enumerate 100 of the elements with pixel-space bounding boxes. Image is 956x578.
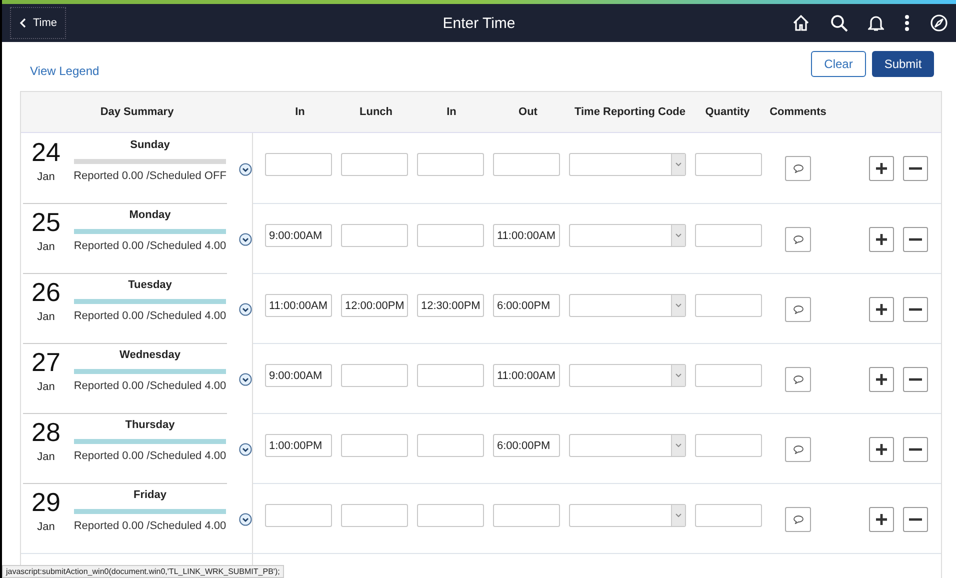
plus-icon <box>876 444 887 455</box>
add-row-button[interactable] <box>869 227 894 252</box>
time-field[interactable] <box>417 504 484 527</box>
column-header: Out <box>518 106 538 118</box>
home-icon[interactable] <box>792 14 810 32</box>
day-number: 27 <box>32 348 60 376</box>
day-number: 25 <box>32 208 60 236</box>
add-row-button[interactable] <box>869 297 894 322</box>
speech-bubble-icon <box>792 164 804 173</box>
time-field[interactable]: 9:00:00AM <box>265 364 332 387</box>
expand-icon[interactable] <box>239 163 252 176</box>
comment-button[interactable] <box>785 227 811 252</box>
menu-icon[interactable] <box>904 14 910 32</box>
time-field[interactable] <box>265 504 332 527</box>
plus-icon <box>876 514 887 525</box>
quantity-field[interactable] <box>695 504 762 527</box>
submit-button[interactable]: Submit <box>872 51 934 77</box>
add-row-button[interactable] <box>869 367 894 392</box>
time-field[interactable] <box>341 153 408 176</box>
compass-icon[interactable] <box>930 14 948 32</box>
time-field[interactable] <box>493 504 560 527</box>
weekday-label: Friday <box>133 489 166 501</box>
column-header: Day Summary <box>99 106 175 118</box>
time-field[interactable] <box>265 153 332 176</box>
expand-icon[interactable] <box>239 373 252 386</box>
time-field[interactable]: 12:30:00PM <box>417 294 484 317</box>
time-field[interactable]: 6:00:00PM <box>493 434 560 457</box>
view-legend-link[interactable]: View Legend <box>30 50 100 78</box>
comment-button[interactable] <box>785 507 811 532</box>
reported-summary: Reported 0.00 /Scheduled 4.00 <box>74 380 226 392</box>
column-header: In <box>294 106 306 118</box>
add-row-button[interactable] <box>869 507 894 532</box>
comment-button[interactable] <box>785 297 811 322</box>
time-field[interactable]: 1:00:00PM <box>265 434 332 457</box>
delete-row-button[interactable] <box>903 437 928 462</box>
quantity-field[interactable] <box>695 434 762 457</box>
time-field[interactable] <box>417 364 484 387</box>
time-field[interactable]: 11:00:00AM <box>493 364 560 387</box>
search-icon[interactable] <box>830 14 848 32</box>
weekday-label: Sunday <box>130 139 170 151</box>
quantity-field[interactable] <box>695 364 762 387</box>
month-label: Jan <box>37 311 55 323</box>
time-field[interactable] <box>417 153 484 176</box>
expand-icon[interactable] <box>239 233 252 246</box>
time-field[interactable]: 6:00:00PM <box>493 294 560 317</box>
clear-button[interactable]: Clear <box>811 51 866 77</box>
time-field[interactable] <box>341 364 408 387</box>
comment-button[interactable] <box>785 156 811 181</box>
column-header: In <box>446 106 458 118</box>
quantity-field[interactable] <box>695 153 762 176</box>
minus-icon <box>909 308 922 311</box>
time-field[interactable]: 11:00:00AM <box>265 294 332 317</box>
reported-summary: Reported 0.00 /Scheduled OFF <box>74 170 226 182</box>
day-number: 28 <box>32 418 60 446</box>
month-label: Jan <box>37 381 55 393</box>
quantity-field[interactable] <box>695 224 762 247</box>
expand-icon[interactable] <box>239 443 252 456</box>
time-field[interactable] <box>341 224 408 247</box>
quantity-field[interactable] <box>695 294 762 317</box>
chevron-down-icon <box>675 373 682 378</box>
time-field[interactable] <box>341 434 408 457</box>
minus-icon <box>909 448 922 451</box>
delete-row-button[interactable] <box>903 156 928 181</box>
comment-button[interactable] <box>785 437 811 462</box>
weekday-label: Wednesday <box>120 349 180 361</box>
time-field[interactable] <box>341 504 408 527</box>
page-title: Enter Time <box>442 14 516 32</box>
reported-summary: Reported 0.00 /Scheduled 4.00 <box>74 310 226 322</box>
time-field[interactable] <box>493 153 560 176</box>
minus-icon <box>909 518 922 521</box>
month-label: Jan <box>37 171 55 183</box>
day-number: 26 <box>32 278 60 306</box>
time-field[interactable]: 12:00:00PM <box>341 294 408 317</box>
minus-icon <box>909 238 922 241</box>
expand-icon[interactable] <box>239 303 252 316</box>
chevron-down-icon <box>675 233 682 238</box>
time-field[interactable] <box>417 434 484 457</box>
column-header: Lunch <box>358 106 394 118</box>
time-field[interactable] <box>417 224 484 247</box>
month-label: Jan <box>37 241 55 253</box>
chevron-left-icon <box>19 18 27 28</box>
add-row-button[interactable] <box>869 437 894 462</box>
chevron-down-icon <box>675 513 682 518</box>
add-row-button[interactable] <box>869 156 894 181</box>
delete-row-button[interactable] <box>903 367 928 392</box>
delete-row-button[interactable] <box>903 227 928 252</box>
delete-row-button[interactable] <box>903 297 928 322</box>
bell-icon[interactable] <box>868 14 884 32</box>
delete-row-button[interactable] <box>903 507 928 532</box>
expand-icon[interactable] <box>239 513 252 526</box>
minus-icon <box>909 167 922 170</box>
chevron-down-icon <box>675 443 682 448</box>
time-field[interactable]: 9:00:00AM <box>265 224 332 247</box>
column-header: Comments <box>768 106 828 118</box>
back-button[interactable]: Time <box>10 7 66 39</box>
month-label: Jan <box>37 521 55 533</box>
time-field[interactable]: 11:00:00AM <box>493 224 560 247</box>
speech-bubble-icon <box>792 305 804 314</box>
comment-button[interactable] <box>785 367 811 392</box>
plus-icon <box>876 163 887 174</box>
